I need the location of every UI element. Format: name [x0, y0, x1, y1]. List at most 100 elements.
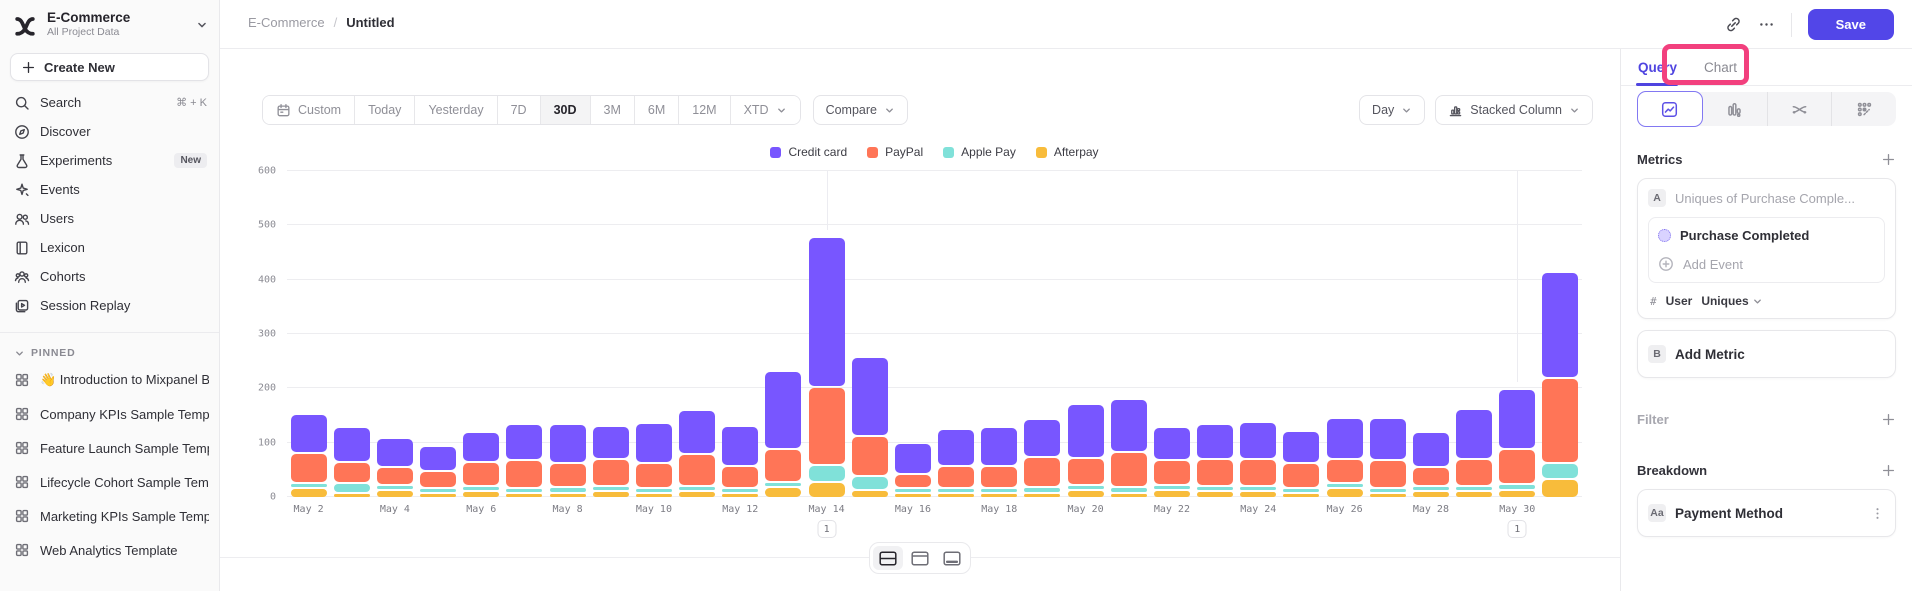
bar-segment-paypal[interactable] [636, 464, 672, 486]
bar-segment-credit-card[interactable] [895, 444, 931, 474]
bar-segment-credit-card[interactable] [291, 415, 327, 453]
bar-may-24[interactable] [1237, 423, 1280, 497]
layout-toggle-layout-top[interactable] [905, 546, 935, 570]
bar-may-4[interactable] [373, 439, 416, 497]
pinned-section-header[interactable]: PINNED [0, 343, 219, 363]
bar-segment-paypal[interactable] [1542, 379, 1578, 461]
bar-may-29[interactable] [1453, 410, 1496, 497]
bar-segment-credit-card[interactable] [852, 358, 888, 435]
panel-tab-query[interactable]: Query [1638, 60, 1677, 75]
more-options-icon[interactable] [1758, 16, 1775, 33]
bar-segment-paypal[interactable] [334, 463, 370, 483]
annotation-count-badge[interactable]: 1 [817, 520, 836, 538]
add-metric-plus-icon[interactable] [1881, 152, 1896, 167]
bar-segment-credit-card[interactable] [679, 411, 715, 452]
layout-toggle-layout-split[interactable] [873, 546, 903, 570]
bar-segment-paypal[interactable] [938, 467, 974, 487]
bar-segment-credit-card[interactable] [1197, 425, 1233, 458]
sidebar-item-discover[interactable]: Discover [0, 117, 219, 146]
date-range-xtd[interactable]: XTD [731, 96, 800, 124]
bar-segment-apple-pay[interactable] [1413, 487, 1449, 490]
bar-may-3[interactable] [330, 428, 373, 497]
bar-may-23[interactable] [1194, 425, 1237, 497]
bar-may-10[interactable] [632, 424, 675, 497]
bar-segment-afterpay[interactable] [1327, 489, 1363, 497]
bar-segment-apple-pay[interactable] [722, 489, 758, 492]
chart-type-tab-flows[interactable] [1768, 92, 1833, 126]
bar-may-27[interactable] [1366, 419, 1409, 498]
bar-segment-apple-pay[interactable] [1024, 488, 1060, 491]
bar-may-25[interactable] [1280, 432, 1323, 497]
pinned-board-item[interactable]: Lifecycle Cohort Sample Template [0, 465, 219, 499]
bar-segment-paypal[interactable] [1197, 460, 1233, 485]
sidebar-item-experiments[interactable]: ExperimentsNew [0, 146, 219, 175]
bar-segment-afterpay[interactable] [334, 494, 370, 497]
bar-segment-credit-card[interactable] [506, 425, 542, 459]
chart-type-tab-retention[interactable] [1832, 92, 1896, 126]
date-range-today[interactable]: Today [355, 96, 415, 124]
bar-may-31[interactable] [1539, 273, 1582, 497]
bar-segment-paypal[interactable] [1327, 460, 1363, 482]
bar-segment-credit-card[interactable] [1542, 273, 1578, 377]
bar-segment-apple-pay[interactable] [1327, 484, 1363, 487]
bar-segment-afterpay[interactable] [1154, 491, 1190, 497]
bar-segment-afterpay[interactable] [463, 492, 499, 497]
layout-toggle-layout-bottom[interactable] [937, 546, 967, 570]
bar-segment-apple-pay[interactable] [420, 489, 456, 492]
bar-segment-credit-card[interactable] [981, 428, 1017, 465]
bar-may-30[interactable] [1496, 390, 1539, 497]
bar-segment-paypal[interactable] [852, 437, 888, 476]
bar-segment-credit-card[interactable] [334, 428, 370, 460]
bar-segment-afterpay[interactable] [1283, 494, 1319, 497]
entity-selector[interactable]: User [1666, 294, 1693, 308]
bar-segment-credit-card[interactable] [377, 439, 413, 466]
bar-segment-apple-pay[interactable] [1542, 464, 1578, 478]
legend-item[interactable]: Apple Pay [943, 145, 1016, 159]
bar-segment-apple-pay[interactable] [981, 489, 1017, 492]
bar-segment-credit-card[interactable] [1068, 405, 1104, 457]
bar-segment-apple-pay[interactable] [550, 488, 586, 491]
bar-segment-apple-pay[interactable] [377, 486, 413, 489]
bar-segment-apple-pay[interactable] [938, 489, 974, 492]
sidebar-item-events[interactable]: Events [0, 175, 219, 204]
bar-segment-credit-card[interactable] [1456, 410, 1492, 457]
bar-segment-afterpay[interactable] [420, 494, 456, 497]
bar-segment-credit-card[interactable] [1240, 423, 1276, 458]
bar-segment-apple-pay[interactable] [463, 487, 499, 490]
chart-type-dropdown[interactable]: Stacked Column [1435, 95, 1593, 125]
bar-may-7[interactable] [503, 425, 546, 497]
granularity-dropdown[interactable]: Day [1359, 95, 1425, 125]
bar-segment-credit-card[interactable] [1327, 419, 1363, 458]
bar-segment-apple-pay[interactable] [1370, 489, 1406, 492]
pinned-board-item[interactable]: Company KPIs Sample Template [0, 397, 219, 431]
metric-card-b[interactable]: B Add Metric [1637, 330, 1896, 378]
bar-segment-apple-pay[interactable] [593, 487, 629, 490]
bar-segment-afterpay[interactable] [1456, 492, 1492, 497]
bar-segment-paypal[interactable] [593, 460, 629, 485]
bar-segment-afterpay[interactable] [1068, 491, 1104, 497]
bar-segment-afterpay[interactable] [1413, 492, 1449, 497]
bar-segment-afterpay[interactable] [895, 494, 931, 497]
chart-type-tab-bar[interactable] [1703, 92, 1768, 126]
bar-may-12[interactable] [719, 427, 762, 497]
bar-segment-paypal[interactable] [550, 464, 586, 486]
bar-may-26[interactable] [1323, 419, 1366, 497]
panel-tab-chart[interactable]: Chart [1704, 60, 1737, 75]
bar-may-21[interactable] [1107, 400, 1150, 497]
bar-segment-afterpay[interactable] [1240, 492, 1276, 497]
chart-type-tab-insights[interactable] [1637, 91, 1703, 127]
bar-segment-credit-card[interactable] [1413, 433, 1449, 467]
sidebar-item-users[interactable]: Users [0, 204, 219, 233]
date-range-12m[interactable]: 12M [679, 96, 730, 124]
bar-segment-credit-card[interactable] [1370, 419, 1406, 460]
bar-segment-apple-pay[interactable] [1283, 489, 1319, 492]
bar-segment-apple-pay[interactable] [1068, 486, 1104, 489]
bar-segment-afterpay[interactable] [593, 492, 629, 497]
aggregation-dropdown[interactable]: Uniques [1701, 294, 1762, 308]
bar-segment-apple-pay[interactable] [1456, 487, 1492, 490]
bar-segment-afterpay[interactable] [679, 492, 715, 497]
bar-segment-afterpay[interactable] [1024, 494, 1060, 497]
bar-segment-apple-pay[interactable] [852, 477, 888, 489]
bar-segment-apple-pay[interactable] [1111, 488, 1147, 491]
legend-item[interactable]: PayPal [867, 145, 923, 159]
